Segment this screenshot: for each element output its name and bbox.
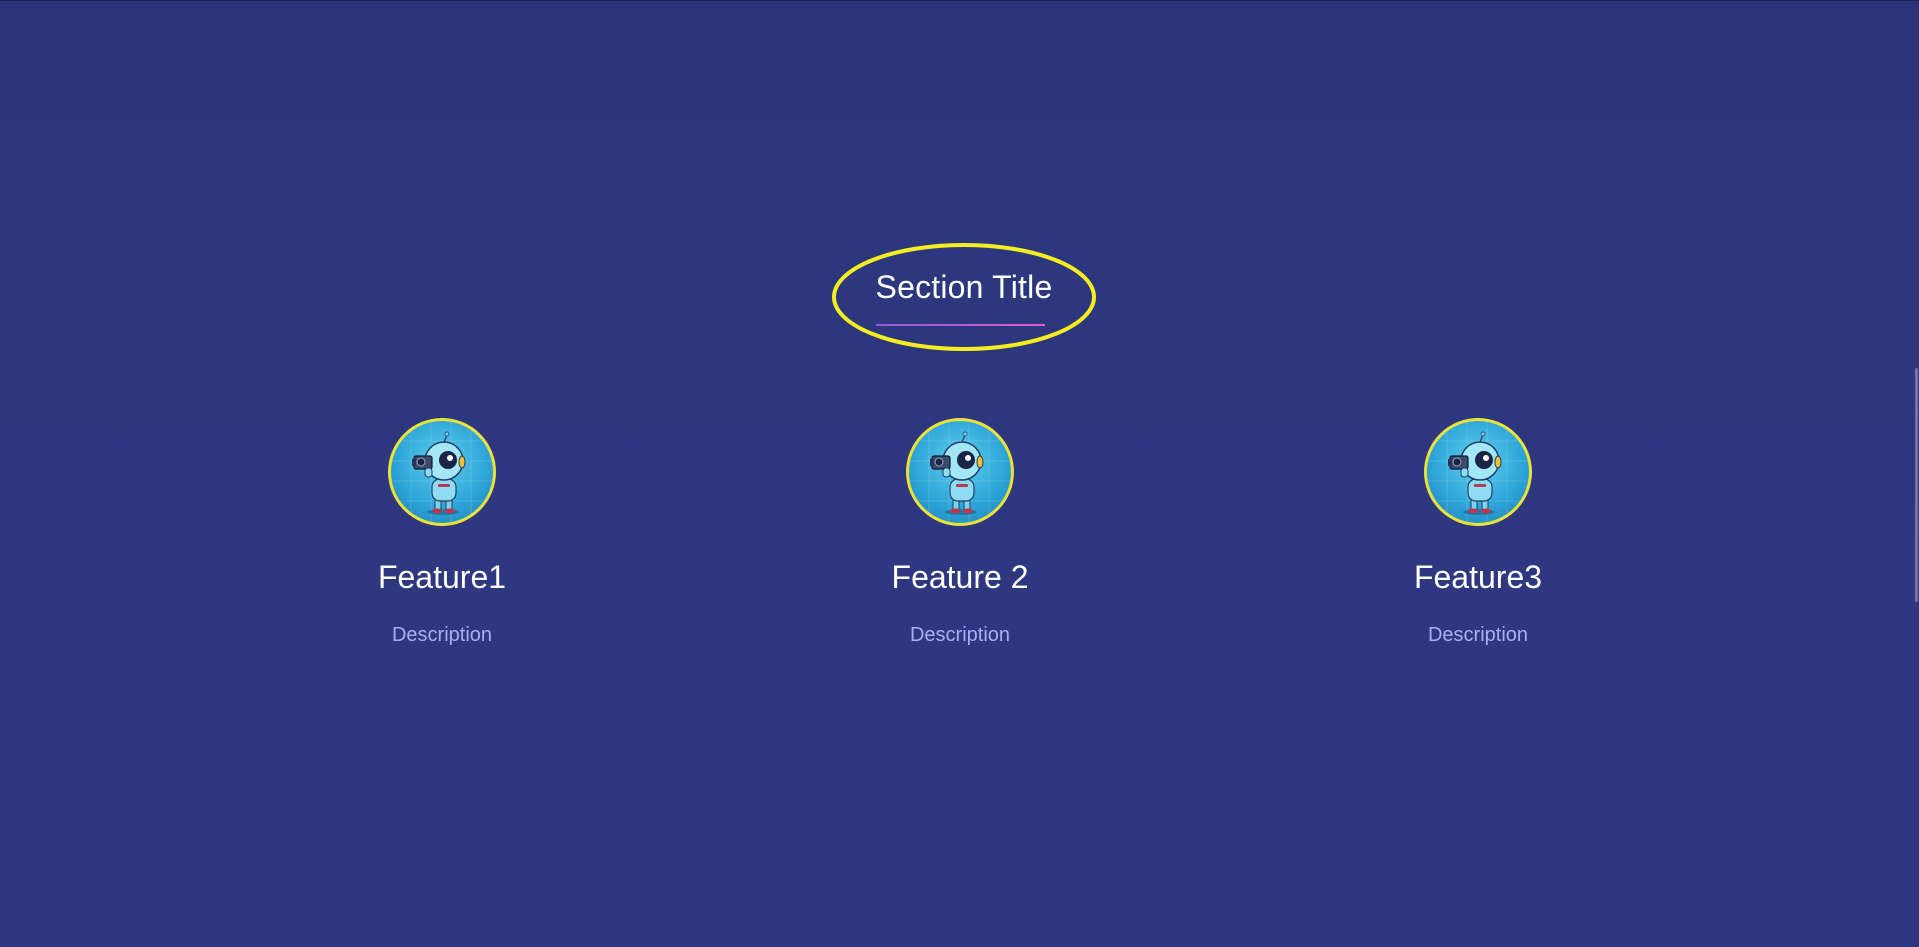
feature-card: Feature 2 Description (830, 418, 1090, 648)
features-row: Feature1 Description Feature 2 Descripti… (0, 418, 1919, 668)
feature-description: Description (1427, 624, 1529, 646)
robot-camera-avatar-icon (906, 418, 1014, 526)
feature-description: Description (909, 624, 1011, 646)
section-header: Section Title (831, 242, 1097, 352)
feature-card: Feature1 Description (312, 418, 572, 648)
top-border (0, 0, 1919, 1)
feature-description: Description (391, 624, 493, 646)
scrollbar[interactable] (1913, 0, 1919, 947)
title-underline (876, 324, 1045, 326)
scrollbar-thumb[interactable] (1915, 368, 1918, 602)
feature-title: Feature3 (1413, 559, 1543, 595)
robot-camera-avatar-icon (388, 418, 496, 526)
section-title: Section Title (875, 269, 1053, 305)
feature-card: Feature3 Description (1348, 418, 1608, 648)
robot-camera-avatar-icon (1424, 418, 1532, 526)
feature-title: Feature1 (377, 559, 507, 595)
feature-title: Feature 2 (891, 559, 1029, 595)
